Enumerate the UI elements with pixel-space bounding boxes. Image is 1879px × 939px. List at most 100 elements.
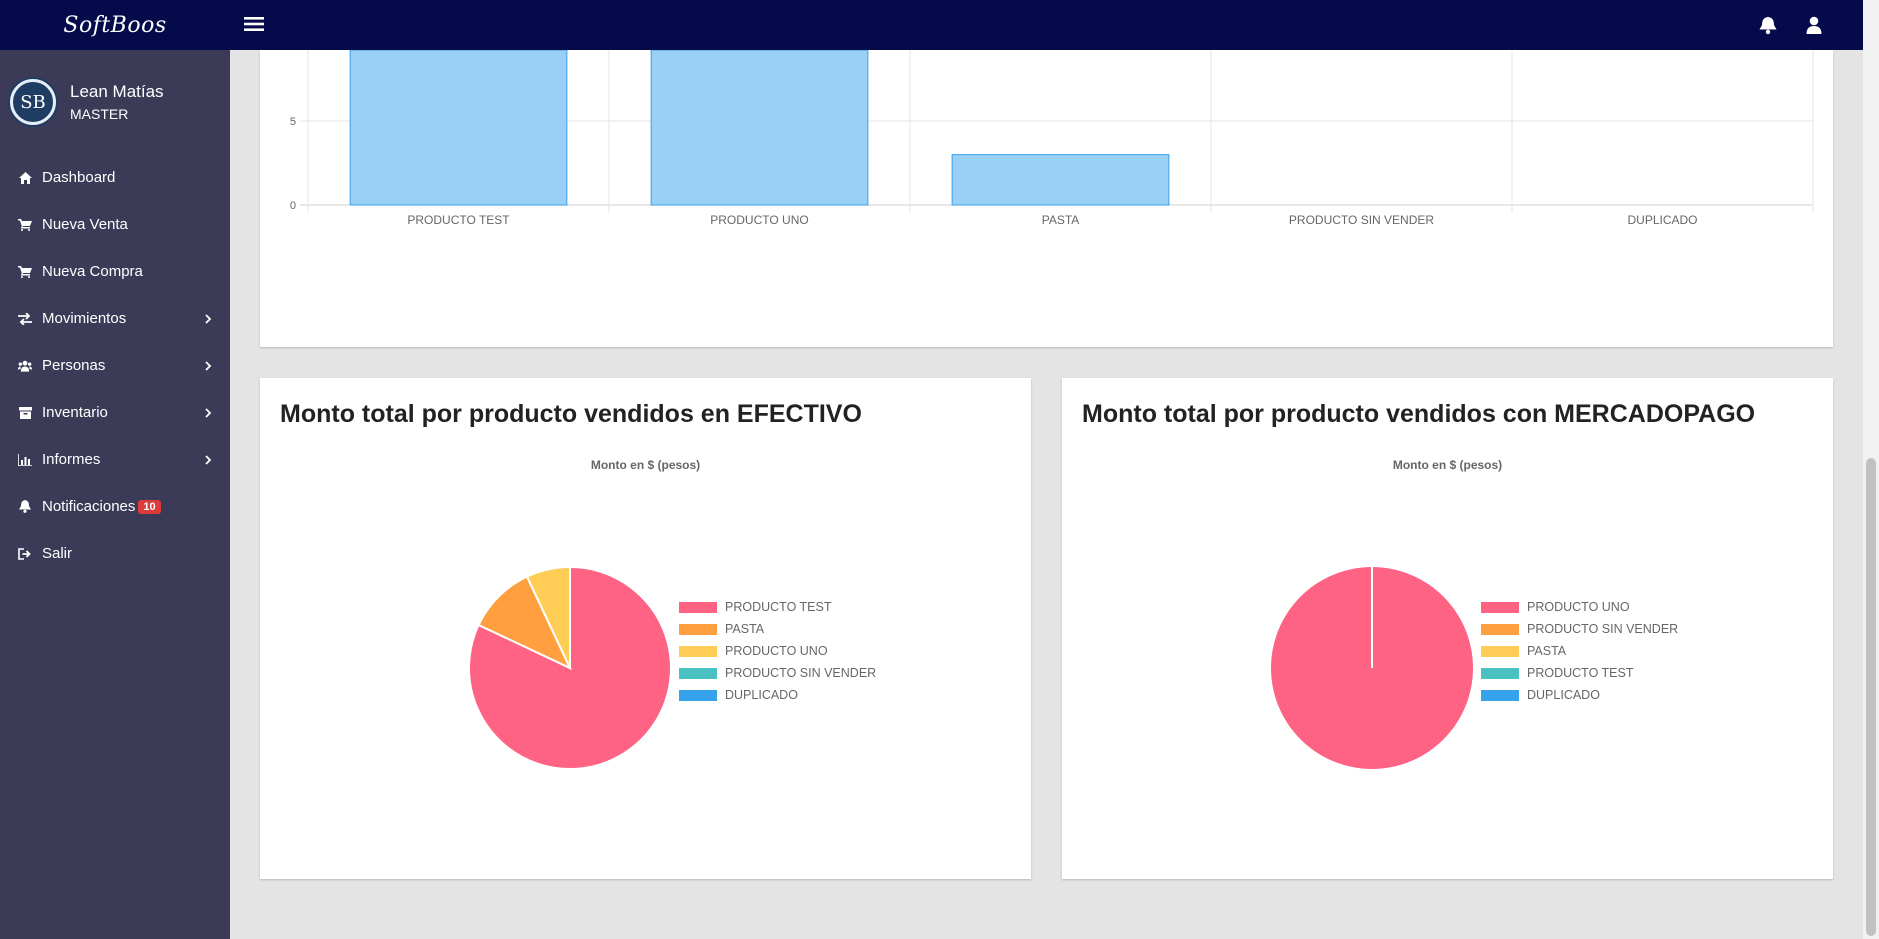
sidebar-item-nueva-compra[interactable]: Nueva Compra bbox=[0, 248, 230, 295]
legend-label: DUPLICADO bbox=[725, 688, 798, 702]
archive-icon bbox=[18, 406, 32, 420]
sidebar-item-movimientos[interactable]: Movimientos bbox=[0, 295, 230, 342]
legend-swatch bbox=[679, 601, 717, 613]
x-tick-label: PRODUCTO SIN VENDER bbox=[1289, 213, 1434, 227]
legend-item[interactable]: PRODUCTO SIN VENDER bbox=[1481, 618, 1678, 640]
legend-label: PRODUCTO UNO bbox=[725, 644, 828, 658]
legend-label: PRODUCTO SIN VENDER bbox=[1527, 622, 1679, 636]
bar bbox=[349, 49, 568, 206]
bar-chart-card: 0 5 PRODUCTO TEST PRODUCTO UNO PASTA PRODUCTO… bbox=[260, 49, 1833, 347]
pie-card-mercadopago: Monto total por producto vendidos con ME… bbox=[1062, 378, 1833, 879]
home-icon bbox=[18, 171, 32, 185]
sidebar-item-label: Nueva Venta bbox=[42, 216, 128, 233]
sidebar-item-label: Inventario bbox=[42, 404, 108, 421]
bar bbox=[951, 154, 1170, 206]
legend-swatch bbox=[679, 623, 717, 635]
bell-icon bbox=[18, 500, 32, 514]
exchange-icon bbox=[18, 312, 32, 326]
legend-label: PRODUCTO TEST bbox=[1527, 666, 1634, 680]
legend-swatch bbox=[679, 667, 717, 679]
legend-label: PRODUCTO SIN VENDER bbox=[725, 666, 877, 680]
legend-item[interactable]: PRODUCTO SIN VENDER bbox=[679, 662, 876, 684]
brand-logo[interactable]: SoftBoos bbox=[0, 0, 230, 50]
sidebar-item-nueva-venta[interactable]: Nueva Venta bbox=[0, 201, 230, 248]
sidebar-item-label: Notificaciones bbox=[42, 498, 136, 515]
notification-count-badge: 10 bbox=[138, 499, 161, 514]
sidebar-item-label: Personas bbox=[42, 357, 106, 374]
sidebar-item-salir[interactable]: Salir bbox=[0, 530, 230, 577]
legend-label: PRODUCTO UNO bbox=[1527, 600, 1630, 614]
y-tick-label: 0 bbox=[290, 200, 296, 212]
user-role: MASTER bbox=[70, 106, 129, 122]
cart-icon bbox=[18, 265, 32, 279]
legend-label: PASTA bbox=[1527, 644, 1567, 658]
pie-card-efectivo: Monto total por producto vendidos en EFE… bbox=[260, 378, 1031, 879]
chart-subtitle: Monto en $ (pesos) bbox=[590, 458, 701, 472]
sidebar-item-dashboard[interactable]: Dashboard bbox=[0, 154, 230, 201]
legend-swatch bbox=[1481, 601, 1519, 613]
avatar: SB bbox=[10, 79, 56, 125]
sidebar-item-label: Movimientos bbox=[42, 310, 127, 327]
top-navbar bbox=[230, 0, 1863, 50]
pie-legend: PRODUCTO UNO PRODUCTO SIN VENDER PASTA PROD… bbox=[1481, 596, 1678, 706]
sidebar-menu: Dashboard Nueva Venta Nueva Compra Movim… bbox=[0, 154, 230, 577]
legend-swatch bbox=[679, 645, 717, 657]
pie-chart-efectivo bbox=[468, 565, 672, 770]
sidebar-item-label: Dashboard bbox=[42, 169, 116, 186]
legend-item[interactable]: PRODUCTO UNO bbox=[1481, 596, 1678, 618]
menu-toggle-icon[interactable] bbox=[244, 14, 264, 34]
legend-label: DUPLICADO bbox=[1527, 688, 1600, 702]
legend-swatch bbox=[1481, 667, 1519, 679]
cart-icon bbox=[18, 218, 32, 232]
user-icon[interactable] bbox=[1803, 14, 1825, 36]
sidebar-item-personas[interactable]: Personas bbox=[0, 342, 230, 389]
legend-swatch bbox=[1481, 645, 1519, 657]
user-name: Lean Matías bbox=[70, 82, 164, 101]
sidebar-item-label: Nueva Compra bbox=[42, 263, 143, 280]
bell-icon[interactable] bbox=[1757, 14, 1779, 36]
chevron-right-icon bbox=[205, 313, 212, 324]
chart-subtitle: Monto en $ (pesos) bbox=[1392, 458, 1503, 472]
sidebar-item-inventario[interactable]: Inventario bbox=[0, 389, 230, 436]
legend-item[interactable]: PRODUCTO TEST bbox=[1481, 662, 1678, 684]
legend-item[interactable]: DUPLICADO bbox=[679, 684, 876, 706]
legend-item[interactable]: PASTA bbox=[679, 618, 876, 640]
user-info: Lean Matías MASTER bbox=[70, 82, 164, 122]
y-tick-label: 5 bbox=[290, 116, 296, 128]
chevron-right-icon bbox=[205, 360, 212, 371]
legend-item[interactable]: PRODUCTO UNO bbox=[679, 640, 876, 662]
pie-legend: PRODUCTO TEST PASTA PRODUCTO UNO PRODUCTO S… bbox=[679, 596, 876, 706]
x-tick-label: DUPLICADO bbox=[1627, 213, 1697, 227]
pie-chart-mercadopago bbox=[1271, 567, 1473, 769]
legend-swatch bbox=[1481, 623, 1519, 635]
users-icon bbox=[18, 359, 32, 373]
sidebar-item-informes[interactable]: Informes bbox=[0, 436, 230, 483]
legend-label: PASTA bbox=[725, 622, 765, 636]
card-title: Monto total por producto vendidos con ME… bbox=[1082, 400, 1756, 428]
bar-chart: 0 5 PRODUCTO TEST PRODUCTO UNO PASTA PRODUCTO… bbox=[290, 49, 1814, 227]
legend-item[interactable]: PASTA bbox=[1481, 640, 1678, 662]
chevron-right-icon bbox=[205, 454, 212, 465]
avatar-initials: SB bbox=[20, 91, 46, 113]
sidebar-item-label: Informes bbox=[42, 451, 101, 468]
sign-out-icon bbox=[18, 547, 32, 561]
chevron-right-icon bbox=[205, 407, 212, 418]
legend-item[interactable]: DUPLICADO bbox=[1481, 684, 1678, 706]
page-scrollbar[interactable] bbox=[1863, 0, 1879, 939]
scrollbar-thumb[interactable] bbox=[1866, 458, 1876, 936]
card-title: Monto total por producto vendidos en EFE… bbox=[280, 400, 862, 428]
legend-swatch bbox=[679, 689, 717, 701]
sidebar-item-label: Salir bbox=[42, 545, 73, 562]
bar bbox=[650, 49, 869, 206]
legend-swatch bbox=[1481, 689, 1519, 701]
x-tick-label: PASTA bbox=[1042, 213, 1080, 227]
sidebar-item-notificaciones[interactable]: Notificaciones 10 bbox=[0, 483, 230, 530]
bar-chart-icon bbox=[18, 453, 32, 467]
legend-item[interactable]: PRODUCTO TEST bbox=[679, 596, 876, 618]
legend-label: PRODUCTO TEST bbox=[725, 600, 832, 614]
user-panel: SB Lean Matías MASTER bbox=[0, 50, 230, 154]
brand-name: SoftBoos bbox=[63, 12, 167, 38]
x-tick-label: PRODUCTO UNO bbox=[710, 213, 808, 227]
x-tick-label: PRODUCTO TEST bbox=[407, 213, 510, 227]
sidebar: SoftBoos SB Lean Matías MASTER Dashboard… bbox=[0, 0, 230, 939]
